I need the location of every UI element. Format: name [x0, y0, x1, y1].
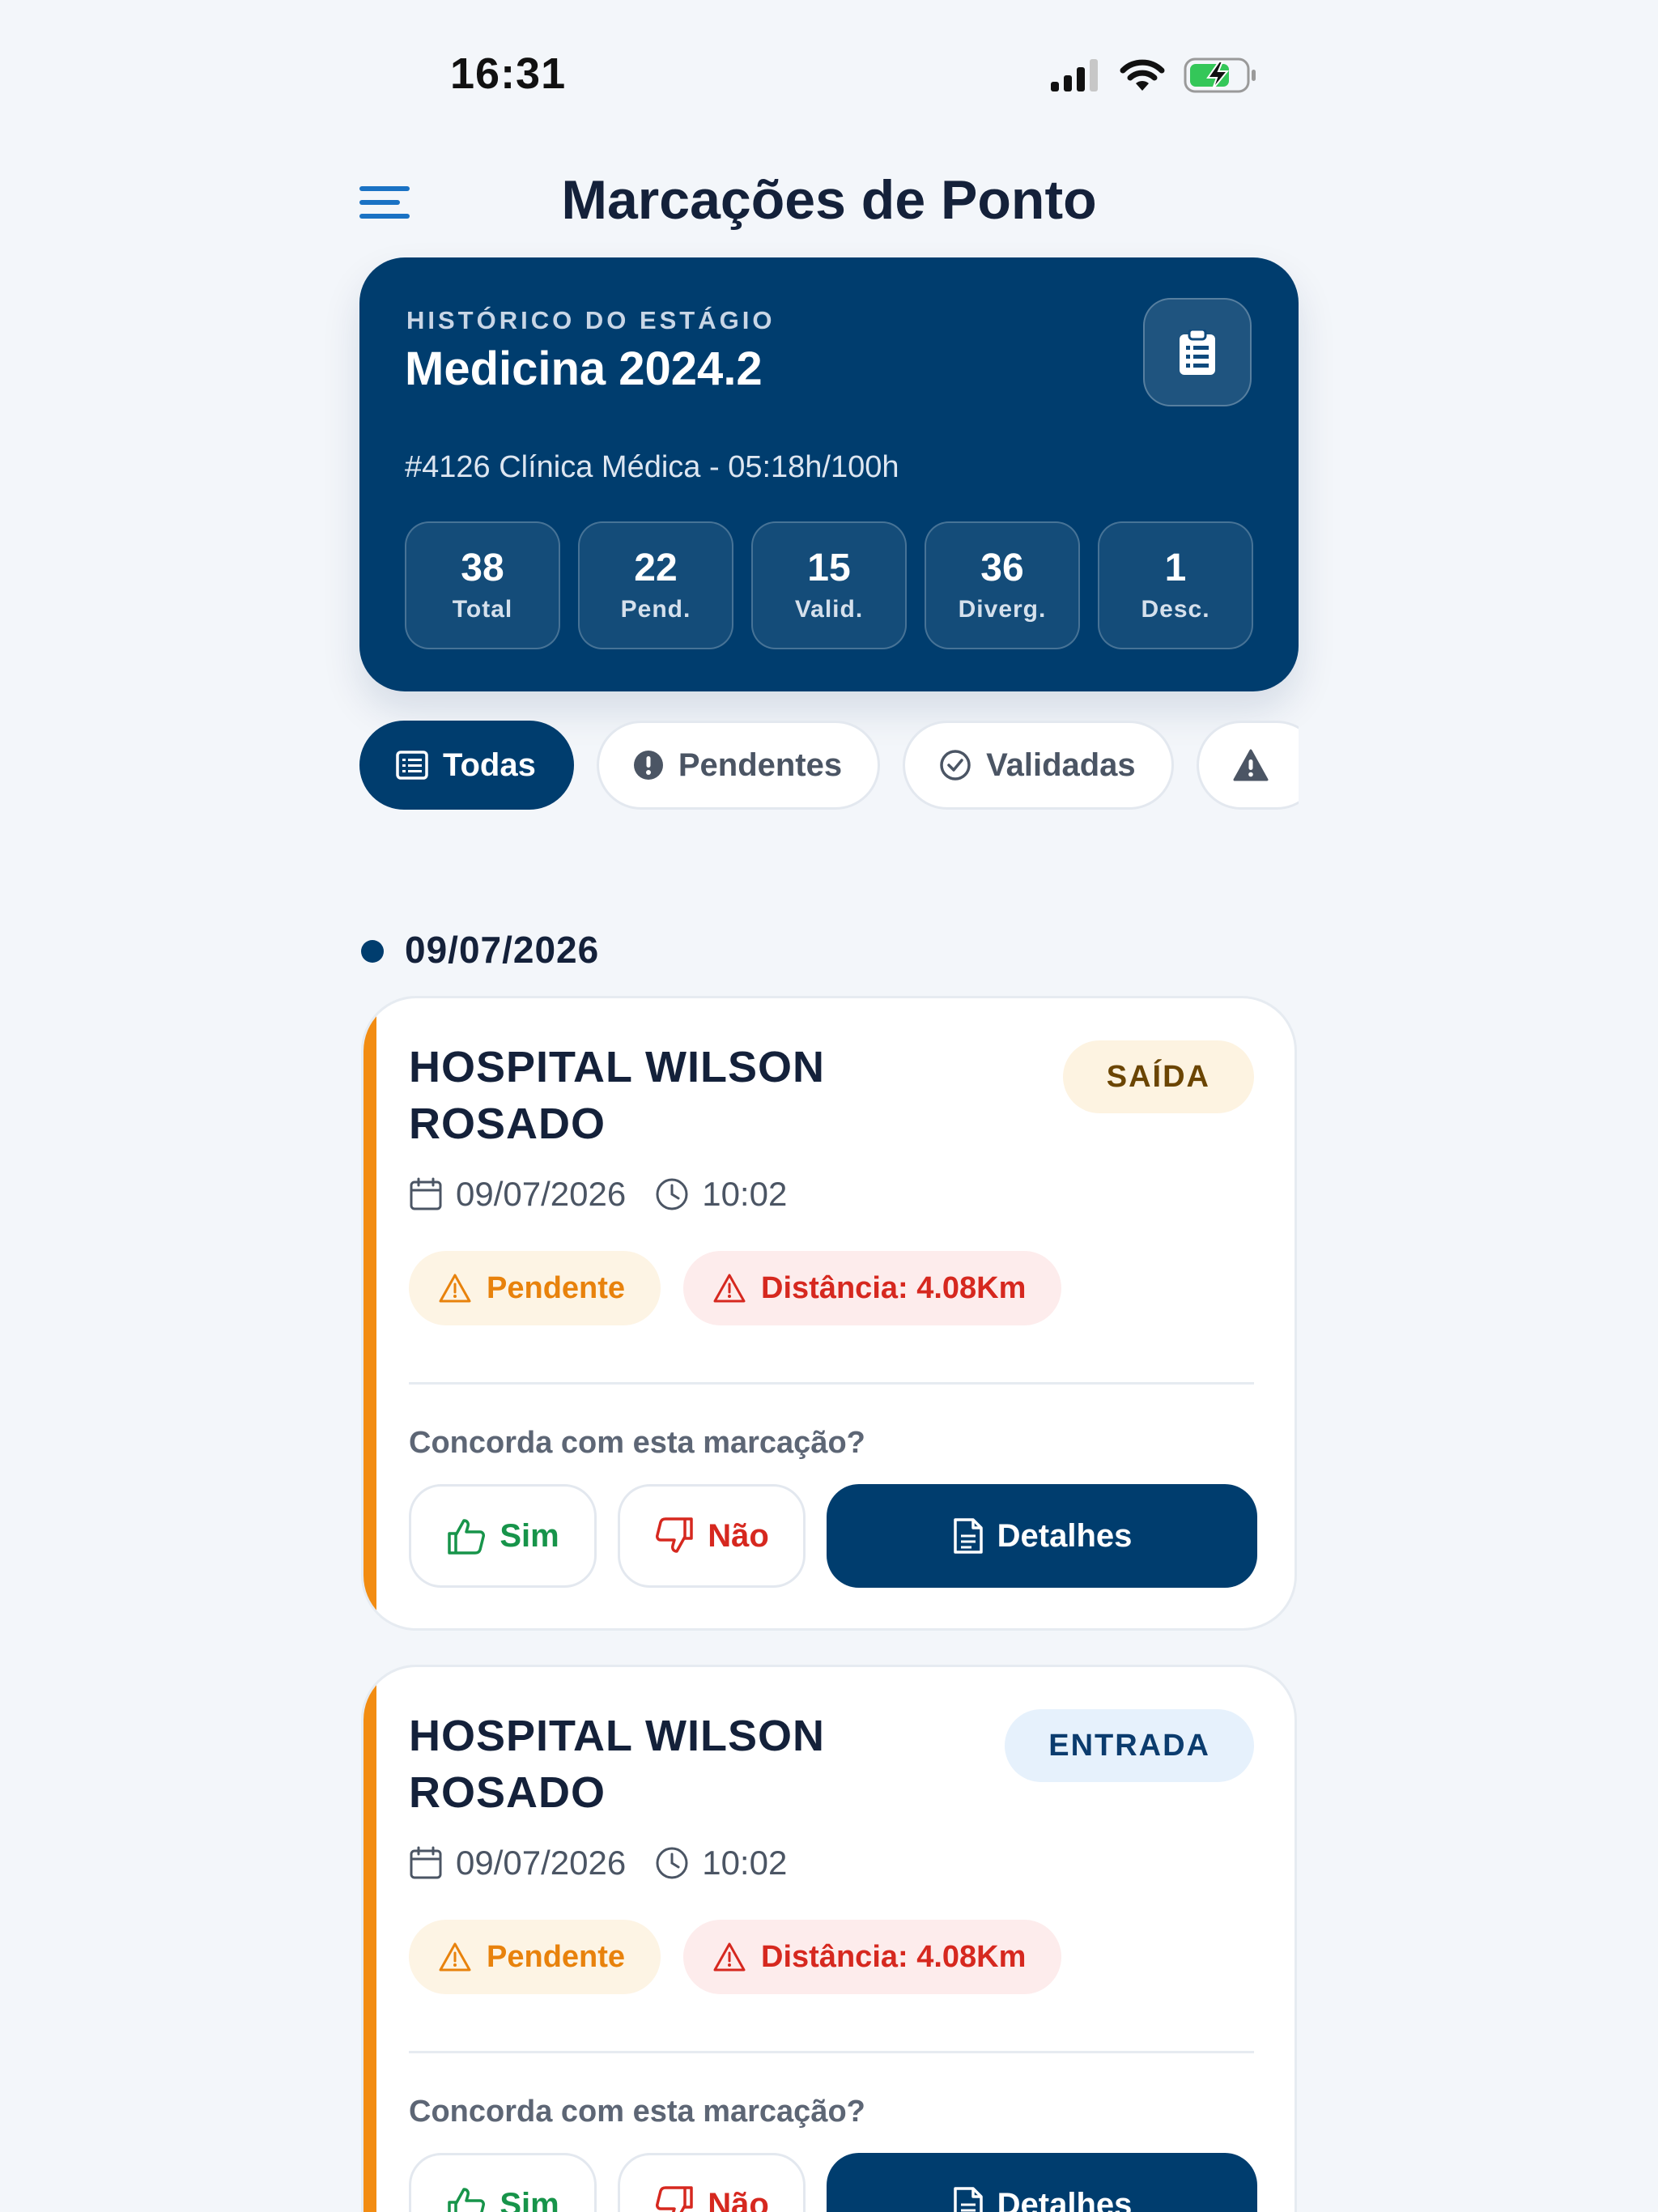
thumbs-up-icon — [448, 1519, 486, 1555]
clipboard-list-icon — [1180, 330, 1215, 375]
stat-label: Desc. — [1141, 596, 1210, 623]
record-card: HOSPITAL WILSON ROSADO ENTRADA 09/07/202… — [361, 1665, 1297, 2212]
internship-summary-card: HISTÓRICO DO ESTÁGIO Medicina 2024.2 #41… — [359, 257, 1299, 691]
calendar-icon — [410, 1846, 442, 1879]
stat-divergent: 36 Diverg. — [925, 521, 1080, 649]
filter-chip-pendentes[interactable]: Pendentes — [596, 721, 881, 810]
record-tags: Pendente Distância: 4.08Km — [409, 1920, 1062, 1994]
page-title: Marcações de Ponto — [0, 168, 1658, 232]
agree-no-label: Não — [708, 2186, 769, 2212]
status-badge: Pendente — [409, 1251, 661, 1325]
record-datetime: 09/07/2026 10:02 — [409, 1175, 787, 1214]
record-card: HOSPITAL WILSON ROSADO SAÍDA 09/07/2026 … — [361, 996, 1297, 1631]
stat-validated: 15 Valid. — [751, 521, 907, 649]
record-type-badge: SAÍDA — [1062, 1040, 1254, 1113]
status-icons — [1049, 57, 1258, 94]
filter-chip-label: Validadas — [986, 747, 1136, 783]
hero-eyebrow: HISTÓRICO DO ESTÁGIO — [406, 306, 776, 334]
thumbs-down-icon — [656, 1517, 693, 1553]
warning-icon — [439, 1942, 471, 1972]
agree-yes-label: Sim — [500, 2186, 559, 2212]
warning-icon — [439, 1274, 471, 1303]
stat-label: Diverg. — [958, 596, 1047, 623]
record-date: 09/07/2026 — [456, 1175, 627, 1213]
stat-value: 36 — [980, 546, 1024, 589]
clipboard-button[interactable] — [1143, 298, 1252, 406]
distance-badge-label: Distância: 4.08Km — [761, 1270, 1027, 1305]
document-icon — [953, 2187, 983, 2212]
stat-total: 38 Total — [405, 521, 560, 649]
agreement-question: Concorda com esta marcação? — [409, 2095, 865, 2129]
clock-icon — [656, 1178, 688, 1210]
wifi-icon — [1120, 59, 1165, 91]
details-button[interactable]: Detalhes — [827, 2153, 1257, 2212]
clock-icon — [656, 1847, 688, 1879]
alert-circle-icon — [633, 751, 663, 780]
agree-no-button[interactable]: Não — [618, 1484, 806, 1588]
record-actions: Sim Não Detalhes — [409, 1484, 1257, 1588]
record-date: 09/07/2026 — [456, 1844, 627, 1882]
agree-yes-label: Sim — [500, 1517, 559, 1554]
filter-chip-todas[interactable]: Todas — [359, 721, 574, 810]
timeline-dot — [361, 940, 384, 963]
document-icon — [953, 1518, 983, 1554]
cellular-signal-icon — [1051, 59, 1098, 91]
filter-chip-label: Pendentes — [678, 747, 843, 783]
agree-yes-button[interactable]: Sim — [409, 1484, 597, 1588]
filter-chip-divergentes[interactable] — [1196, 721, 1299, 810]
distance-badge-label: Distância: 4.08Km — [761, 1939, 1027, 1974]
stat-value: 15 — [807, 546, 851, 589]
distance-badge: Distância: 4.08Km — [683, 1920, 1062, 1994]
thumbs-down-icon — [656, 2186, 693, 2212]
stat-label: Total — [452, 596, 513, 623]
agree-yes-button[interactable]: Sim — [409, 2153, 597, 2212]
agree-no-label: Não — [708, 1517, 769, 1554]
record-time: 10:02 — [702, 1844, 788, 1882]
distance-badge: Distância: 4.08Km — [683, 1251, 1062, 1325]
record-location: HOSPITAL WILSON ROSADO — [409, 1043, 825, 1148]
stat-value: 38 — [461, 546, 504, 589]
filter-chips: Todas Pendentes Validadas — [359, 721, 1299, 811]
check-circle-icon — [940, 750, 971, 781]
agree-no-button[interactable]: Não — [618, 2153, 806, 2212]
details-label: Detalhes — [997, 2186, 1133, 2212]
agreement-question: Concorda com esta marcação? — [409, 1426, 865, 1460]
warning-icon — [713, 1274, 746, 1303]
screen: 16:31 Marcações de Ponto HISTÓRICO DO ES… — [0, 0, 1658, 2212]
list-icon — [396, 751, 428, 780]
stat-pending: 22 Pend. — [578, 521, 733, 649]
hero-subtitle: #4126 Clínica Médica - 05:18h/100h — [405, 450, 899, 484]
thumbs-up-icon — [448, 2188, 486, 2212]
record-time: 10:02 — [702, 1175, 788, 1213]
details-button[interactable]: Detalhes — [827, 1484, 1257, 1588]
divider — [409, 2051, 1254, 2053]
stats-row: 38 Total 22 Pend. 15 Valid. 36 Diverg. 1… — [405, 521, 1253, 649]
record-type-badge: ENTRADA — [1005, 1709, 1254, 1782]
status-badge-label: Pendente — [487, 1939, 626, 1974]
hero-title: Medicina 2024.2 — [405, 342, 763, 395]
page-title-text: Marcações de Ponto — [561, 169, 1097, 231]
status-time: 16:31 — [450, 49, 567, 98]
stat-discarded: 1 Desc. — [1098, 521, 1253, 649]
record-datetime: 09/07/2026 10:02 — [409, 1844, 787, 1882]
date-group-label: 09/07/2026 — [405, 929, 600, 971]
record-actions: Sim Não Detalhes — [409, 2153, 1257, 2212]
stat-value: 22 — [634, 546, 678, 589]
stat-label: Valid. — [794, 596, 864, 623]
details-label: Detalhes — [997, 1517, 1133, 1554]
stat-value: 1 — [1164, 546, 1187, 589]
filter-chip-label: Todas — [443, 747, 536, 783]
calendar-icon — [410, 1177, 442, 1210]
warning-icon — [713, 1942, 746, 1972]
divider — [409, 1382, 1254, 1385]
battery-charging-icon — [1184, 57, 1256, 93]
filter-chip-validadas[interactable]: Validadas — [903, 721, 1174, 810]
record-location: HOSPITAL WILSON ROSADO — [409, 1712, 825, 1817]
status-badge: Pendente — [409, 1920, 661, 1994]
stat-label: Pend. — [620, 596, 691, 623]
warning-triangle-icon — [1233, 749, 1269, 781]
record-tags: Pendente Distância: 4.08Km — [409, 1251, 1062, 1325]
status-badge-label: Pendente — [487, 1270, 626, 1305]
